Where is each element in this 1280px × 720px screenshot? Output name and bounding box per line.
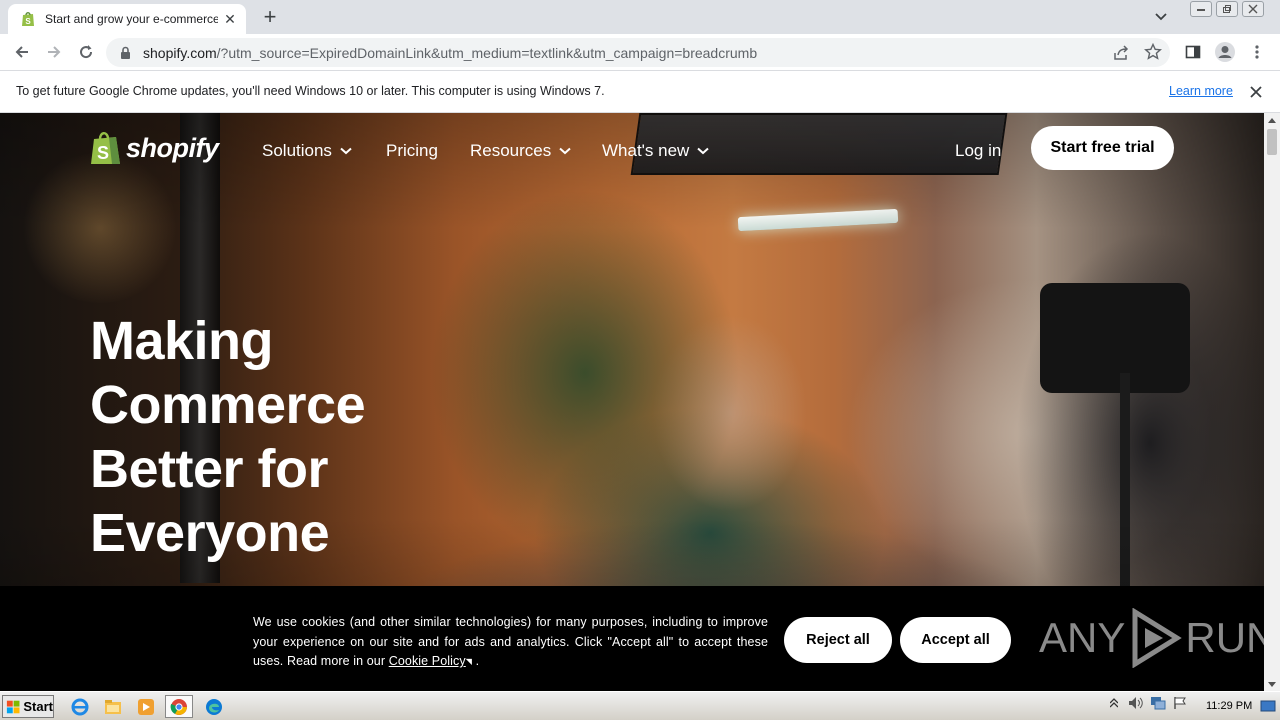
tab-close-icon[interactable]: ✕	[222, 11, 238, 27]
restore-icon[interactable]	[1216, 1, 1238, 17]
watermark-right: RUN	[1185, 614, 1264, 661]
tray-expand-icon[interactable]	[1106, 695, 1122, 711]
tab-search-chevron-icon[interactable]	[1152, 8, 1170, 26]
login-link[interactable]: Log in	[955, 141, 1001, 161]
tab-title: Start and grow your e-commerce bu	[45, 12, 218, 26]
action-center-flag-icon[interactable]	[1172, 695, 1188, 711]
browser-tab[interactable]: S Start and grow your e-commerce bu ✕	[8, 4, 246, 34]
shopify-bag-icon: S	[91, 132, 120, 164]
infobar-close-icon[interactable]	[1248, 84, 1264, 100]
shopify-hero-page: S shopify Solutions Pricing Resources Wh…	[0, 113, 1264, 691]
side-panel-icon[interactable]	[1180, 36, 1206, 68]
chrome-taskbar-icon[interactable]	[165, 695, 193, 718]
scroll-thumb[interactable]	[1267, 129, 1277, 155]
watermark-left: ANY	[1039, 614, 1126, 661]
network-icon[interactable]	[1150, 695, 1166, 711]
media-player-icon[interactable]	[132, 695, 160, 718]
infobar-message: To get future Google Chrome updates, you…	[16, 84, 605, 98]
nav-whats-new-label: What's new	[602, 141, 690, 160]
nav-pricing[interactable]: Pricing	[386, 141, 438, 161]
new-tab-icon[interactable]: +	[258, 6, 282, 28]
start-button[interactable]: Start	[2, 695, 54, 718]
cookie-trailing: .	[475, 654, 480, 668]
cookie-message-body: We use cookies (and other similar techno…	[253, 615, 768, 668]
chevron-down-icon	[697, 147, 710, 155]
reject-all-button[interactable]: Reject all	[784, 617, 892, 663]
nav-resources-label: Resources	[470, 141, 552, 160]
bookmark-star-icon[interactable]	[1144, 42, 1162, 61]
chevron-down-icon	[340, 147, 352, 155]
show-desktop-icon[interactable]	[1260, 698, 1276, 714]
forward-arrow-icon[interactable]	[38, 36, 70, 68]
file-explorer-icon[interactable]	[99, 695, 127, 718]
headline-line: Commerce	[90, 375, 366, 435]
chrome-menu-icon[interactable]	[1244, 36, 1270, 68]
play-triangle-icon	[1132, 608, 1183, 668]
address-bar[interactable]: shopify.com/?utm_source=ExpiredDomainLin…	[106, 38, 1170, 67]
update-infobar: To get future Google Chrome updates, you…	[0, 71, 1280, 113]
volume-icon[interactable]	[1128, 695, 1144, 711]
shopify-logo[interactable]: S shopify	[90, 130, 219, 166]
window-close-icon[interactable]	[1242, 1, 1264, 17]
windows-taskbar: Start 11:29 PM	[0, 691, 1280, 720]
internet-explorer-icon[interactable]	[66, 695, 94, 718]
edge-icon[interactable]	[200, 695, 228, 718]
profile-avatar-icon[interactable]	[1212, 36, 1238, 68]
site-header: S shopify Solutions Pricing Resources Wh…	[0, 113, 1264, 193]
taskbar-clock[interactable]: 11:29 PM	[1206, 700, 1252, 712]
external-link-icon: ◥	[465, 657, 473, 666]
background-camera	[1040, 283, 1190, 393]
learn-more-link[interactable]: Learn more	[1169, 84, 1233, 98]
background-light-bar	[737, 208, 899, 232]
nav-solutions-label: Solutions	[262, 141, 332, 160]
cookie-policy-link[interactable]: Cookie Policy	[389, 654, 466, 668]
hero-headline: Making Commerce Better for Everyone	[90, 309, 510, 565]
minimize-icon[interactable]	[1190, 1, 1212, 17]
nav-pricing-label: Pricing	[386, 141, 438, 160]
nav-solutions[interactable]: Solutions	[262, 141, 352, 161]
url-path: /?utm_source=ExpiredDomainLink&utm_mediu…	[216, 44, 758, 61]
scroll-down-arrow-icon[interactable]	[1264, 677, 1280, 691]
cookie-banner: We use cookies (and other similar techno…	[0, 586, 1264, 691]
lock-icon[interactable]	[118, 46, 132, 60]
windows-logo-icon	[6, 700, 20, 713]
url-text[interactable]: shopify.com/?utm_source=ExpiredDomainLin…	[143, 45, 757, 61]
nav-whats-new[interactable]: What's new	[602, 141, 710, 161]
anyrun-watermark: ANY RUN	[1039, 608, 1264, 668]
page-scrollbar[interactable]	[1264, 113, 1280, 691]
cookie-message: We use cookies (and other similar techno…	[253, 613, 768, 672]
window-controls	[1190, 1, 1264, 17]
scroll-up-arrow-icon[interactable]	[1264, 113, 1280, 127]
system-tray	[1106, 695, 1188, 711]
reload-icon[interactable]	[70, 36, 102, 68]
start-free-trial-button[interactable]: Start free trial	[1031, 126, 1174, 170]
back-arrow-icon[interactable]	[6, 36, 38, 68]
svg-text:S: S	[97, 143, 109, 163]
url-host: shopify.com	[143, 44, 217, 61]
browser-tabstrip: S Start and grow your e-commerce bu ✕ +	[0, 0, 1280, 34]
headline-line: Everyone	[90, 503, 330, 563]
logo-wordmark: shopify	[126, 132, 219, 163]
headline-line: Better for	[90, 439, 329, 499]
start-label: Start	[23, 699, 53, 714]
headline-line: Making	[90, 311, 274, 371]
svg-text:S: S	[25, 17, 31, 26]
nav-resources[interactable]: Resources	[470, 141, 571, 161]
browser-toolbar: shopify.com/?utm_source=ExpiredDomainLin…	[0, 34, 1280, 71]
share-icon[interactable]	[1112, 44, 1130, 62]
chevron-down-icon	[559, 147, 571, 155]
accept-all-button[interactable]: Accept all	[900, 617, 1011, 663]
shopify-favicon-icon: S	[20, 11, 36, 27]
